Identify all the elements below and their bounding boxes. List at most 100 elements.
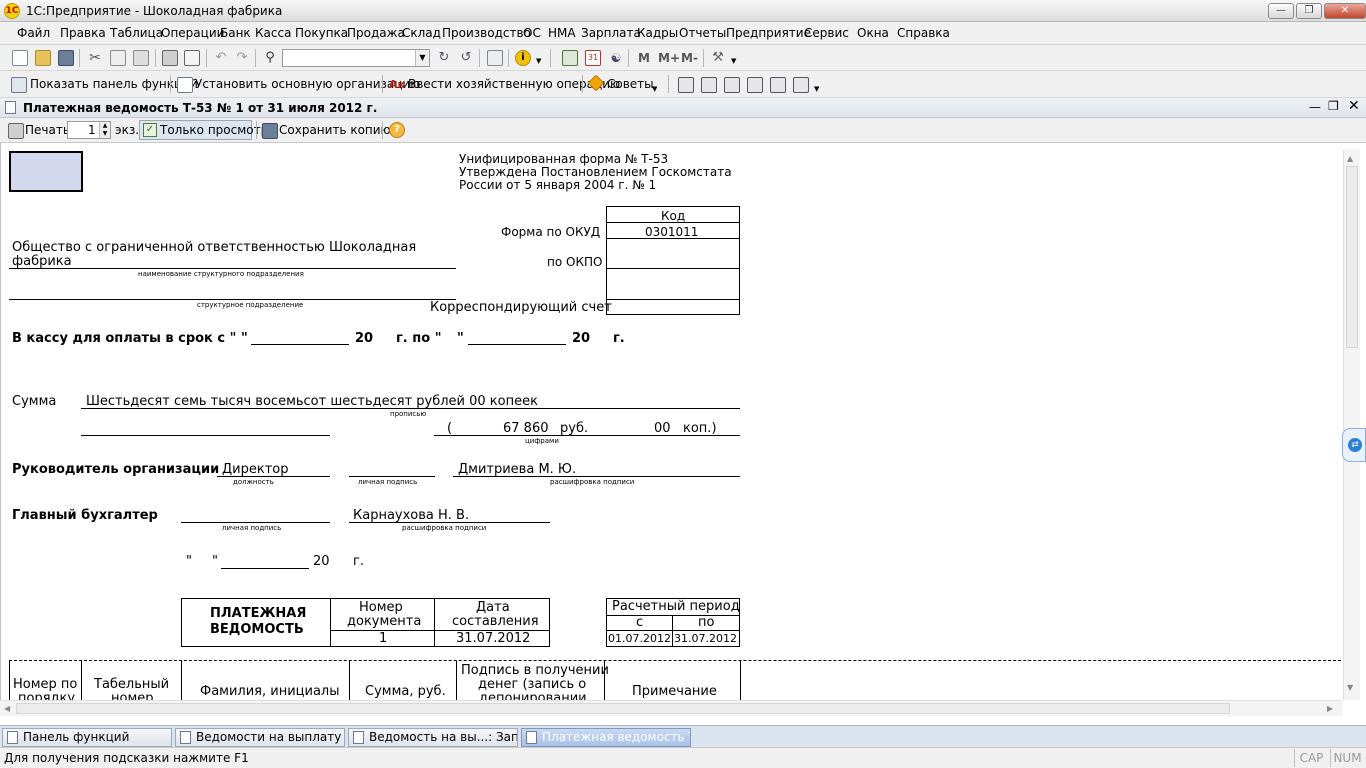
- print-icon[interactable]: [162, 50, 178, 66]
- find-next-icon[interactable]: ↻: [436, 50, 452, 66]
- kop-label: коп.): [683, 421, 717, 436]
- horizontal-scrollbar[interactable]: ◀ ▶: [0, 700, 1343, 716]
- menu-help[interactable]: Справка: [897, 26, 950, 40]
- scroll-left-icon[interactable]: ◀: [4, 704, 10, 713]
- memory-plus-button[interactable]: M+: [658, 51, 680, 65]
- calendar-icon[interactable]: 31: [585, 50, 601, 66]
- tips-button[interactable]: Советы: [607, 77, 654, 91]
- doc-date: 31.07.2012: [456, 631, 531, 646]
- employees-icon[interactable]: [724, 77, 740, 93]
- vertical-scrollbar[interactable]: ▲ ▼: [1343, 150, 1360, 700]
- functions-toolbar: Показать панель функций Установить основ…: [0, 71, 1366, 98]
- save-icon[interactable]: [58, 50, 74, 66]
- search-combo-input[interactable]: ▼: [282, 49, 430, 67]
- menu-sales[interactable]: Продажа: [347, 26, 405, 40]
- show-functions-panel-button[interactable]: Показать панель функций: [30, 77, 198, 91]
- copy-icon[interactable]: [110, 50, 126, 66]
- print-button[interactable]: Печать: [25, 123, 70, 137]
- tools-icon[interactable]: ⚒: [710, 50, 726, 66]
- window-list-icon[interactable]: [487, 50, 503, 66]
- struct-caption: структурное подразделение: [197, 301, 304, 309]
- minimize-button[interactable]: —: [1268, 3, 1294, 19]
- vertical-scroll-thumb[interactable]: [1346, 166, 1358, 348]
- set-main-organization-button[interactable]: Установить основную организацию: [195, 77, 420, 91]
- users-icon[interactable]: ☯: [608, 50, 624, 66]
- save-copy-button[interactable]: Сохранить копию...: [279, 123, 402, 137]
- redo-icon[interactable]: ↷: [234, 50, 250, 66]
- menu-reports[interactable]: Отчеты: [679, 26, 726, 40]
- tools-dropdown-icon[interactable]: ▼: [731, 57, 736, 65]
- find-prev-icon[interactable]: ↺: [458, 50, 474, 66]
- org-caption: наименование структурного подразделения: [138, 270, 304, 278]
- caps-indicator: CAP: [1294, 749, 1328, 767]
- menu-hr[interactable]: Кадры: [637, 26, 678, 40]
- task-salary-statements[interactable]: Ведомости на выплату зар...: [175, 728, 345, 747]
- chief-signature-caption: личная подпись: [222, 524, 282, 532]
- menu-enterprise[interactable]: Предприятие: [726, 26, 811, 40]
- paste-icon[interactable]: [133, 50, 149, 66]
- undo-icon[interactable]: ↶: [213, 50, 229, 66]
- side-panel-tab[interactable]: ⇄: [1342, 428, 1366, 462]
- memory-m-button[interactable]: M: [638, 51, 650, 65]
- pay-term-year: 20: [355, 331, 374, 346]
- restore-button[interactable]: ❐: [1296, 3, 1322, 19]
- horizontal-scroll-thumb[interactable]: [16, 703, 1230, 714]
- pay-term-quote: ": [241, 331, 248, 346]
- scroll-down-icon[interactable]: ▼: [1347, 683, 1353, 692]
- report-icon[interactable]: [770, 77, 786, 93]
- menu-service[interactable]: Сервис: [804, 26, 849, 40]
- task-payment-statement[interactable]: Платежная ведомость Т-53...: [521, 728, 691, 747]
- task-statement-saved[interactable]: Ведомость на вы...: Записан: [348, 728, 518, 747]
- menu-intangibles[interactable]: НМА: [548, 26, 576, 40]
- scroll-right-icon[interactable]: ▶: [1327, 704, 1333, 713]
- journal-2-icon[interactable]: [701, 77, 717, 93]
- calculator-icon[interactable]: [562, 50, 578, 66]
- doc-close-button[interactable]: ✕: [1348, 98, 1360, 114]
- doc-title-2: ВЕДОМОСТЬ: [210, 622, 304, 637]
- new-document-icon[interactable]: [12, 50, 28, 66]
- chief-accountant-label: Главный бухгалтер: [12, 508, 158, 523]
- okud-label: Форма по ОКУД: [501, 225, 601, 239]
- close-button[interactable]: ✕: [1324, 3, 1366, 19]
- menu-warehouse[interactable]: Склад: [402, 26, 441, 40]
- search-icon[interactable]: ⚲: [262, 50, 278, 66]
- copies-input[interactable]: 1 ▲ ▼: [67, 121, 111, 139]
- help-icon[interactable]: ?: [389, 122, 405, 138]
- scroll-up-icon[interactable]: ▲: [1347, 154, 1353, 163]
- menu-production[interactable]: Производство: [442, 26, 531, 40]
- task-label: Платежная ведомость Т-53...: [542, 730, 690, 744]
- more-dropdown-icon[interactable]: ▼: [814, 85, 819, 93]
- chevron-down-icon[interactable]: ▼: [415, 50, 429, 66]
- view-only-toggle[interactable]: ✓ Только просмотр: [139, 120, 268, 140]
- employees-2-icon[interactable]: [747, 77, 763, 93]
- menu-operations[interactable]: Операции: [161, 26, 224, 40]
- menu-salary[interactable]: Зарплата: [581, 26, 641, 40]
- menu-purchase[interactable]: Покупка: [295, 26, 348, 40]
- menu-file[interactable]: Файл: [17, 26, 50, 40]
- pay-term-year-2: 20: [572, 331, 591, 346]
- menu-fixed-assets[interactable]: ОС: [523, 26, 541, 40]
- menu-edit[interactable]: Правка: [60, 26, 106, 40]
- report-2-icon[interactable]: [793, 77, 809, 93]
- journal-icon[interactable]: [678, 77, 694, 93]
- task-functions-panel[interactable]: Панель функций: [2, 728, 172, 747]
- menu-table[interactable]: Таблица: [110, 26, 163, 40]
- doc-restore-button[interactable]: ❐: [1328, 99, 1339, 113]
- copies-stepper-icon[interactable]: ▲ ▼: [99, 122, 110, 138]
- pay-term-g-po: г. по ": [396, 331, 442, 346]
- memory-minus-button[interactable]: M-: [681, 51, 698, 65]
- info-dropdown-icon[interactable]: ▼: [536, 57, 541, 65]
- menu-windows[interactable]: Окна: [857, 26, 889, 40]
- menu-cash[interactable]: Касса: [255, 26, 291, 40]
- print-preview-icon[interactable]: [184, 50, 200, 66]
- menu-bank[interactable]: Банк: [220, 26, 251, 40]
- doc-minimize-button[interactable]: —: [1309, 100, 1321, 114]
- cut-icon[interactable]: ✂: [87, 50, 103, 66]
- open-folder-icon[interactable]: [35, 50, 51, 66]
- pay-term-g: г.: [613, 331, 625, 346]
- app-logo-icon: 1C: [4, 3, 20, 19]
- panel-icon: [7, 731, 18, 744]
- tips-dropdown-icon[interactable]: ▼: [652, 85, 657, 93]
- doc-date-header: Дата: [476, 600, 510, 615]
- info-icon[interactable]: i: [515, 50, 531, 66]
